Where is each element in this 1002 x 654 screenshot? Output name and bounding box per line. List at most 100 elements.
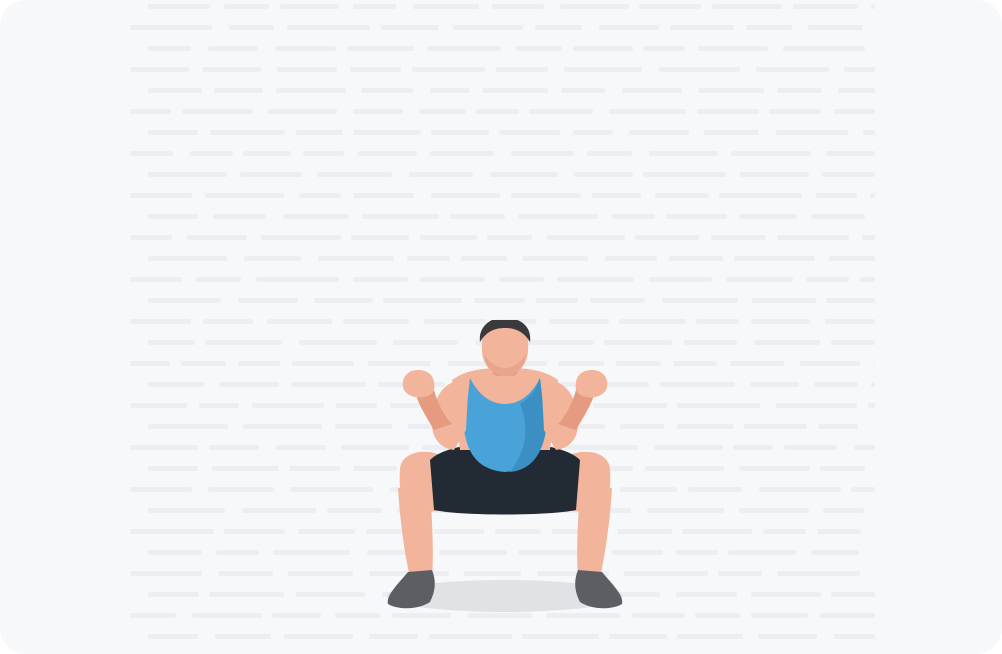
background-text-dash: [205, 193, 284, 198]
background-text-dash: [511, 193, 581, 198]
background-text-dash: [148, 214, 198, 219]
background-text-dash: [688, 487, 742, 492]
background-text-dash: [844, 67, 875, 72]
background-text-dash: [187, 235, 247, 240]
background-text-dash: [808, 25, 863, 30]
background-text-dash: [413, 4, 479, 9]
background-text-dash: [275, 46, 336, 51]
background-text-dash: [148, 466, 198, 471]
background-text-dash: [733, 445, 773, 450]
background-text-dash: [283, 214, 349, 219]
background-text-dash: [726, 277, 793, 282]
background-text-dash: [353, 130, 421, 135]
background-text-dash: [208, 46, 258, 51]
background-text-dash: [677, 424, 734, 429]
background-text-dash: [148, 130, 198, 135]
background-text-dash: [299, 340, 377, 345]
background-text-dash: [754, 340, 820, 345]
background-text-dash: [822, 172, 875, 177]
background-text-dash: [605, 256, 657, 261]
background-text-dash: [284, 634, 353, 639]
background-text-dash: [218, 571, 273, 576]
background-text-dash: [148, 256, 227, 261]
background-text-dash: [728, 550, 796, 555]
background-text-dash: [130, 445, 198, 450]
background-text-dash: [291, 382, 366, 387]
background-text-dash: [763, 529, 806, 534]
background-text-dash: [522, 256, 588, 261]
background-text-dash: [820, 466, 865, 471]
background-text-dash: [560, 4, 629, 9]
background-text-dash: [684, 340, 737, 345]
background-text-dash: [224, 529, 285, 534]
background-text-dash: [669, 256, 723, 261]
background-text-dash: [361, 88, 413, 93]
background-text-dash: [292, 361, 354, 366]
background-text-dash: [643, 172, 726, 177]
background-text-dash: [816, 193, 857, 198]
background-text-dash: [224, 4, 269, 9]
background-text-dash: [290, 487, 373, 492]
background-text-dash: [482, 88, 548, 93]
background-text-dash: [635, 235, 699, 240]
background-text-dash: [825, 319, 875, 324]
background-text-dash: [353, 4, 396, 9]
background-text-dash: [870, 193, 875, 198]
background-text-dash: [874, 361, 875, 366]
background-text-dash: [430, 151, 494, 156]
background-text-dash: [718, 571, 762, 576]
background-text-dash: [242, 508, 316, 513]
background-text-dash: [592, 193, 641, 198]
background-text-dash: [758, 634, 817, 639]
background-text-dash: [826, 298, 875, 303]
background-text-dash: [353, 109, 403, 114]
background-text-dash: [476, 109, 519, 114]
background-text-dash: [518, 214, 598, 219]
background-text-dash: [268, 109, 337, 114]
background-text-dash: [622, 88, 682, 93]
background-text-dash: [645, 466, 724, 471]
background-text-dash: [752, 298, 816, 303]
background-text-dash: [216, 550, 259, 555]
background-text-dash: [811, 214, 865, 219]
background-text-dash: [677, 634, 743, 639]
background-text-dash: [353, 193, 414, 198]
background-text-dash: [647, 508, 724, 513]
background-text-dash: [199, 403, 239, 408]
background-text-dash: [860, 277, 875, 282]
background-text-dash: [776, 130, 848, 135]
background-text-dash: [350, 67, 401, 72]
background-text-dash: [289, 466, 340, 471]
background-text-dash: [209, 592, 284, 597]
background-text-dash: [474, 298, 525, 303]
background-text-dash: [490, 172, 558, 177]
background-text-dash: [609, 634, 667, 639]
background-text-dash: [252, 403, 324, 408]
background-text-dash: [296, 130, 343, 135]
background-text-dash: [181, 361, 226, 366]
background-text-dash: [407, 256, 450, 261]
background-text-dash: [612, 214, 655, 219]
background-text-dash: [654, 445, 723, 450]
background-text-dash: [712, 4, 782, 9]
right-shoe: [575, 570, 623, 609]
background-text-dash: [429, 634, 512, 639]
background-text-dash: [202, 67, 261, 72]
background-text-dash: [272, 613, 321, 618]
background-text-dash: [492, 4, 544, 9]
background-text-dash: [719, 193, 802, 198]
background-text-dash: [784, 445, 837, 450]
background-text-dash: [148, 4, 210, 9]
background-text-dash: [759, 487, 841, 492]
background-text-dash: [209, 445, 259, 450]
background-text-dash: [793, 4, 858, 9]
background-text-dash: [351, 235, 409, 240]
background-text-dash: [573, 46, 633, 51]
background-text-dash: [130, 151, 173, 156]
background-text-dash: [655, 193, 709, 198]
background-text-dash: [863, 130, 875, 135]
background-text-dash: [182, 109, 253, 114]
background-text-dash: [564, 67, 642, 72]
background-text-dash: [609, 109, 686, 114]
background-text-dash: [643, 46, 685, 51]
